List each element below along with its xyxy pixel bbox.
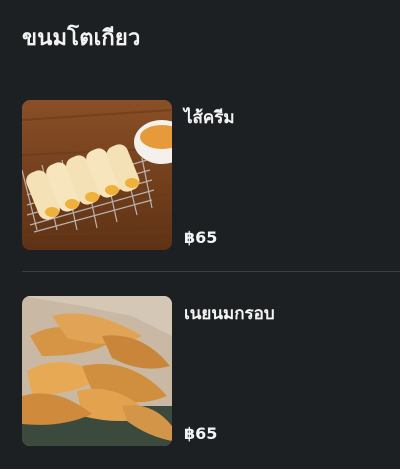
menu-item-cream-filling[interactable]: ไส้ครีม ฿65 [22,100,400,250]
category-title: ขนมโตเกียว [22,26,141,51]
item-image[interactable] [22,100,172,250]
item-divider [22,271,400,272]
item-name: เนยนมกรอบ [184,304,275,324]
item-price: ฿65 [184,228,218,247]
item-name: ไส้ครีม [184,108,235,128]
item-image[interactable] [22,296,172,446]
cream-rolls-photo-icon [22,100,172,250]
menu-page: ขนมโตเกียว ไส้ครีม ฿65 เนยนมกรอบ ฿65 [0,0,400,469]
butter-crisps-photo-icon [22,296,172,446]
item-price: ฿65 [184,424,218,443]
menu-item-butter-milk-crisp[interactable]: เนยนมกรอบ ฿65 [22,296,400,446]
